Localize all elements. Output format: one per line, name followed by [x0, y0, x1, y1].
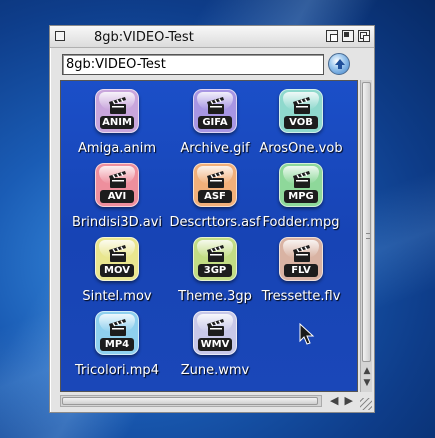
file-item[interactable]: ANIM Amiga.anim: [67, 89, 167, 156]
video-file-icon: MOV: [95, 237, 139, 281]
clapperboard-icon: [207, 245, 224, 262]
close-button[interactable]: [55, 31, 65, 41]
file-item[interactable]: MP4 Tricolori.mp4: [67, 311, 167, 378]
iconify-button[interactable]: [358, 30, 370, 42]
horizontal-scroll-arrows[interactable]: ◀▶: [330, 394, 359, 407]
file-name: Amiga.anim: [78, 141, 156, 156]
clapperboard-icon: [293, 171, 310, 188]
format-label: MOV: [100, 264, 134, 277]
clapperboard-icon: [293, 245, 310, 262]
clapperboard-icon: [207, 97, 224, 114]
path-input[interactable]: 8gb:VIDEO-Test: [62, 54, 324, 75]
file-name: Sintel.mov: [82, 289, 152, 304]
video-file-icon: FLV: [279, 237, 323, 281]
scroll-up-arrow-icon[interactable]: ▲: [361, 366, 373, 376]
format-label: ANIM: [100, 116, 134, 129]
clapperboard-icon: [109, 245, 126, 262]
format-label: WMV: [198, 338, 232, 351]
file-item[interactable]: WMV Zune.wmv: [165, 311, 265, 378]
format-label: AVI: [100, 190, 134, 203]
video-file-icon: ASF: [193, 163, 237, 207]
format-label: VOB: [284, 116, 318, 129]
file-name: Brindisi3D.avi: [71, 215, 163, 230]
video-file-icon: WMV: [193, 311, 237, 355]
video-file-icon: GIFA: [193, 89, 237, 133]
horizontal-scroll-knob[interactable]: [62, 397, 318, 405]
clapperboard-icon: [109, 171, 126, 188]
video-file-icon: 3GP: [193, 237, 237, 281]
video-file-icon: MP4: [95, 311, 139, 355]
format-label: ASF: [198, 190, 232, 203]
file-item[interactable]: FLV Tressette.flv: [251, 237, 351, 304]
video-file-icon: MPG: [279, 163, 323, 207]
video-file-icon: VOB: [279, 89, 323, 133]
format-label: FLV: [284, 264, 318, 277]
file-name: Tricolori.mp4: [75, 363, 159, 378]
file-item[interactable]: VOB ArosOne.vob: [251, 89, 351, 156]
file-item[interactable]: GIFA Archive.gif: [165, 89, 265, 156]
file-item[interactable]: MOV Sintel.mov: [67, 237, 167, 304]
zoom-button[interactable]: [342, 30, 354, 42]
file-browser-window: 8gb:VIDEO-Test 8gb:VIDEO-Test ANIM Amiga…: [49, 25, 375, 413]
depth-button[interactable]: [326, 30, 338, 42]
format-label: 3GP: [198, 264, 232, 277]
video-file-icon: ANIM: [95, 89, 139, 133]
clapperboard-icon: [207, 171, 224, 188]
file-item[interactable]: ASF Descrttors.asf: [165, 163, 265, 230]
file-name: Fodder.mpg: [262, 215, 340, 230]
window-title: 8gb:VIDEO-Test: [94, 30, 194, 45]
format-label: GIFA: [198, 116, 232, 129]
file-name: ArosOne.vob: [259, 141, 343, 156]
file-name: Tressette.flv: [261, 289, 341, 304]
file-item[interactable]: 3GP Theme.3gp: [165, 237, 265, 304]
scroll-down-arrow-icon[interactable]: ▼: [361, 378, 373, 388]
go-button[interactable]: [328, 53, 350, 75]
file-item[interactable]: MPG Fodder.mpg: [251, 163, 351, 230]
file-name: Theme.3gp: [178, 289, 252, 304]
vertical-scrollbar[interactable]: ▲ ▼: [360, 80, 372, 392]
file-name: Archive.gif: [180, 141, 250, 156]
clapperboard-icon: [109, 97, 126, 114]
arrow-up-icon: [335, 59, 345, 69]
window-titlebar[interactable]: 8gb:VIDEO-Test: [50, 26, 374, 48]
format-label: MPG: [284, 190, 318, 203]
clapperboard-icon: [109, 319, 126, 336]
format-label: MP4: [100, 338, 134, 351]
mouse-pointer-icon: [299, 323, 315, 345]
file-item[interactable]: AVI Brindisi3D.avi: [67, 163, 167, 230]
horizontal-scrollbar[interactable]: [60, 395, 322, 407]
clapperboard-icon: [207, 319, 224, 336]
vertical-scroll-knob[interactable]: [362, 82, 371, 362]
file-name: Zune.wmv: [180, 363, 250, 378]
grip-icon: [366, 233, 370, 239]
resize-handle-icon[interactable]: [360, 398, 372, 410]
video-file-icon: AVI: [95, 163, 139, 207]
clapperboard-icon: [293, 97, 310, 114]
file-name: Descrttors.asf: [169, 215, 261, 230]
